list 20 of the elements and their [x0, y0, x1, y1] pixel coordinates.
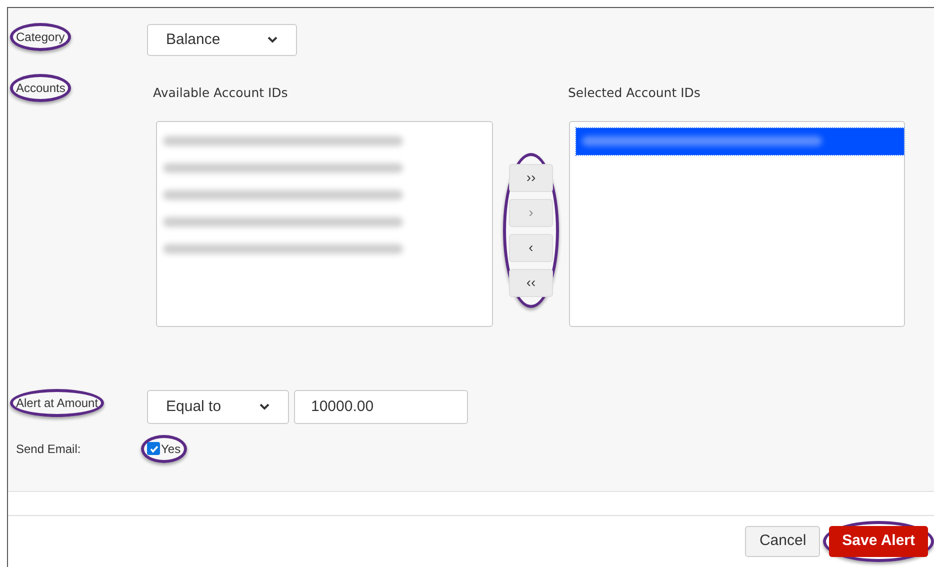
chevron-down-icon	[267, 36, 278, 44]
field-label: Accounts	[16, 80, 66, 97]
available-list[interactable]	[156, 120, 493, 327]
transfer-button[interactable]: ‹‹	[509, 268, 553, 297]
transfer-button[interactable]: ››	[509, 164, 553, 192]
category-select[interactable]: Balance	[147, 24, 297, 56]
amount-field[interactable]: 10000.00	[294, 390, 468, 424]
column-heading: Available Account IDs	[153, 84, 289, 102]
checkbox[interactable]	[147, 442, 160, 456]
operator-select[interactable]: Equal to	[147, 390, 289, 424]
column-heading: Selected Account IDs	[568, 84, 700, 102]
field-label: Send Email:	[16, 440, 82, 458]
save-button[interactable]: Save Alert	[829, 526, 928, 557]
checkbox-label: Yes	[161, 440, 181, 458]
field-label: Category	[16, 29, 65, 46]
transfer-button[interactable]: ‹	[509, 234, 553, 262]
selected-list[interactable]	[569, 120, 905, 327]
chevron-down-icon	[259, 402, 270, 411]
field-label: Alert at Amount	[16, 394, 98, 412]
cancel-button[interactable]: Cancel	[745, 526, 820, 557]
